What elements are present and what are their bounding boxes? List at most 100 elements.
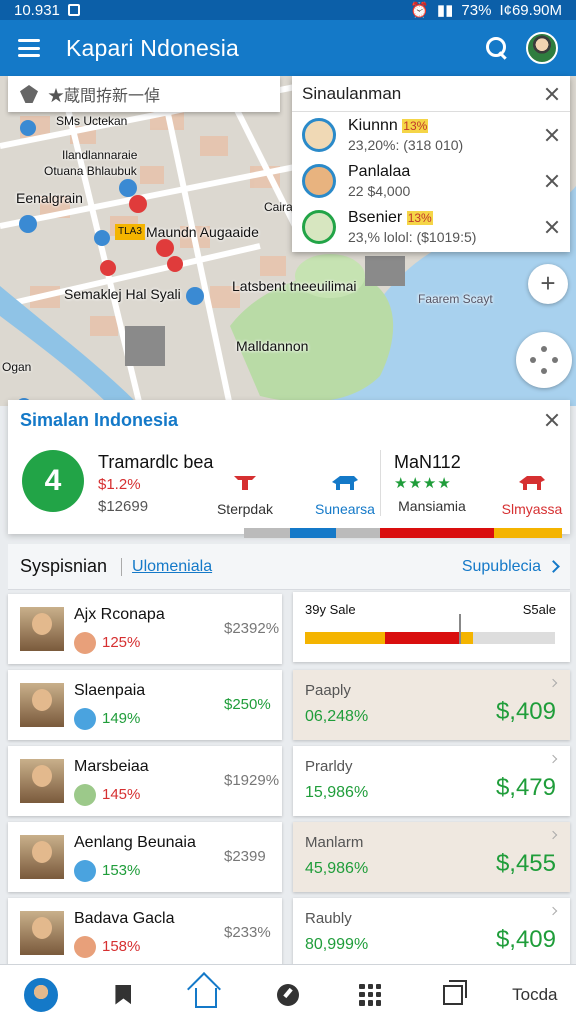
chevron-right-icon xyxy=(548,678,558,688)
suggestion-item[interactable]: Bsenier 13% 23,% lolol: ($1019:5) xyxy=(292,204,570,250)
price-percent: 06,248% xyxy=(305,708,369,725)
avatar xyxy=(302,164,336,198)
chevron-right-icon xyxy=(548,754,558,764)
badge-icon xyxy=(74,784,96,806)
list-item[interactable]: Aenlang Beunaia 153% $2399 xyxy=(8,822,282,892)
metric-name: Tramardlc bea xyxy=(98,452,214,472)
suggestion-item[interactable]: Kiunnn 13% 23,20%: (318 010) xyxy=(292,112,570,158)
map-label: Otuana Bhlaubuk xyxy=(44,164,137,178)
close-icon[interactable] xyxy=(544,412,560,428)
price-label: Manlarm xyxy=(305,834,364,851)
animal-icon xyxy=(519,476,545,490)
price-percent: 15,986% xyxy=(305,784,369,801)
animal-icon xyxy=(332,476,358,490)
price-card[interactable]: Manlarm 45,986% $,455 xyxy=(293,822,570,892)
price-card[interactable]: Raubly 80,999% $,409 xyxy=(293,898,570,968)
nav-bookmarks[interactable] xyxy=(82,965,164,1024)
chevron-right-icon xyxy=(547,559,560,573)
suggestion-sub: 23,20%: (318 010) xyxy=(348,137,464,153)
poi-badge[interactable]: TLA3 xyxy=(118,226,142,237)
price-percent: 80,999% xyxy=(305,936,369,953)
list-item[interactable]: Ajx Rconapa 125% $2392% xyxy=(8,594,282,664)
close-icon[interactable] xyxy=(544,86,560,102)
avatar xyxy=(20,759,64,803)
menu-icon[interactable] xyxy=(18,39,40,57)
compass-icon xyxy=(276,983,299,1006)
nav-profile[interactable] xyxy=(0,965,82,1024)
sale-right-label: S5ale xyxy=(522,602,556,617)
person-name: Slaenpaia xyxy=(74,682,146,699)
app-bar: Kapari Ndonesia xyxy=(0,20,576,76)
list-item[interactable]: Marsbeiaa 145% $1929% xyxy=(8,746,282,816)
list-item[interactable]: Slaenpaia 149% $250% xyxy=(8,670,282,740)
battery-text: 73% xyxy=(461,1,492,19)
status-right: ⏰ ▮▮ 73% I¢69.90M xyxy=(410,1,562,20)
price-label: Prarldy xyxy=(305,758,353,775)
alarm-icon: ⏰ xyxy=(410,2,429,19)
summary-col[interactable]: Sunearsa xyxy=(310,470,380,517)
sale-card[interactable]: 39y Sale S5ale xyxy=(293,592,570,662)
suggestion-title: Sinaulanman xyxy=(302,83,402,103)
suggestion-tag: 13% xyxy=(406,211,433,225)
section-title: Syspisnian xyxy=(20,556,108,576)
suggestion-sub: 23,% lolol: ($1019:5) xyxy=(348,229,477,245)
section-tab[interactable]: Ulomeniala xyxy=(121,557,212,576)
avatar xyxy=(302,118,336,152)
signal-icon: ▮▮ xyxy=(436,2,454,19)
building-icon xyxy=(234,476,256,490)
divider xyxy=(380,450,381,516)
suggestion-name: Panlalaa xyxy=(348,163,411,180)
metric-value: $12699 xyxy=(98,498,149,515)
person-name: Marsbeiaa xyxy=(74,758,149,775)
search-icon[interactable] xyxy=(486,37,508,59)
nav-text-item[interactable]: Tocda xyxy=(494,965,576,1024)
badge-icon xyxy=(74,708,96,730)
summary-card: Simalan Indonesia 4 Tramardlc bea $1.2% … xyxy=(8,400,572,538)
profile-avatar[interactable] xyxy=(526,32,558,64)
close-icon[interactable] xyxy=(544,173,560,189)
price-card[interactable]: Prarldy 15,986% $,479 xyxy=(293,746,570,816)
nav-home[interactable] xyxy=(165,965,247,1024)
person-value: $2399 xyxy=(224,848,266,865)
sale-left-label: 39y Sale xyxy=(305,602,356,617)
suggestion-sub: 22 $4,000 xyxy=(348,183,411,199)
nav-text-label: Tocda xyxy=(512,984,558,1004)
price-value: $,409 xyxy=(495,926,556,953)
summary-col[interactable]: Sterpdak xyxy=(210,470,280,517)
map-label: Caira xyxy=(264,200,293,214)
zoom-in-button[interactable]: + xyxy=(528,264,568,304)
map-search-box[interactable]: ★蔵間拵新一倬 xyxy=(8,76,280,112)
person-percent: 158% xyxy=(102,938,141,955)
avatar xyxy=(20,607,64,651)
nav-apps[interactable] xyxy=(329,965,411,1024)
suggestion-name: Kiunnn xyxy=(348,117,398,134)
nav-explore[interactable] xyxy=(247,965,329,1024)
list-item[interactable]: Badava Gacla 158% $233% xyxy=(8,898,282,968)
status-right-text: I¢69.90M xyxy=(499,1,562,19)
chevron-right-icon xyxy=(548,906,558,916)
summary-col[interactable]: Mansiamia xyxy=(392,470,472,514)
score-badge: 4 xyxy=(22,450,84,512)
person-value: $250% xyxy=(224,696,271,713)
summary-progress-left xyxy=(244,528,382,538)
status-bar: 10.931 ⏰ ▮▮ 73% I¢69.90M xyxy=(0,0,576,20)
chevron-right-icon xyxy=(548,830,558,840)
person-percent: 153% xyxy=(102,862,141,879)
person-value: $2392% xyxy=(224,620,280,637)
bookmark-icon xyxy=(115,984,132,1005)
summary-col[interactable]: Slmyassa xyxy=(492,470,572,517)
map-label: Maundn Augaaide xyxy=(146,224,259,240)
avatar xyxy=(302,210,336,244)
section-link[interactable]: Supublecia xyxy=(462,558,560,576)
close-icon[interactable] xyxy=(544,219,560,235)
badge-icon xyxy=(74,860,96,882)
locate-button[interactable] xyxy=(516,332,572,388)
close-icon[interactable] xyxy=(544,127,560,143)
person-name: Aenlang Beunaia xyxy=(74,834,196,851)
map-label: Malldannon xyxy=(236,338,309,354)
nav-copy[interactable] xyxy=(411,965,493,1024)
bottom-nav: Tocda xyxy=(0,964,576,1024)
suggestion-item[interactable]: Panlalaa 22 $4,000 xyxy=(292,158,570,204)
map-label: Ilandlannaraie xyxy=(62,148,138,162)
price-card[interactable]: Paaply 06,248% $,409 xyxy=(293,670,570,740)
